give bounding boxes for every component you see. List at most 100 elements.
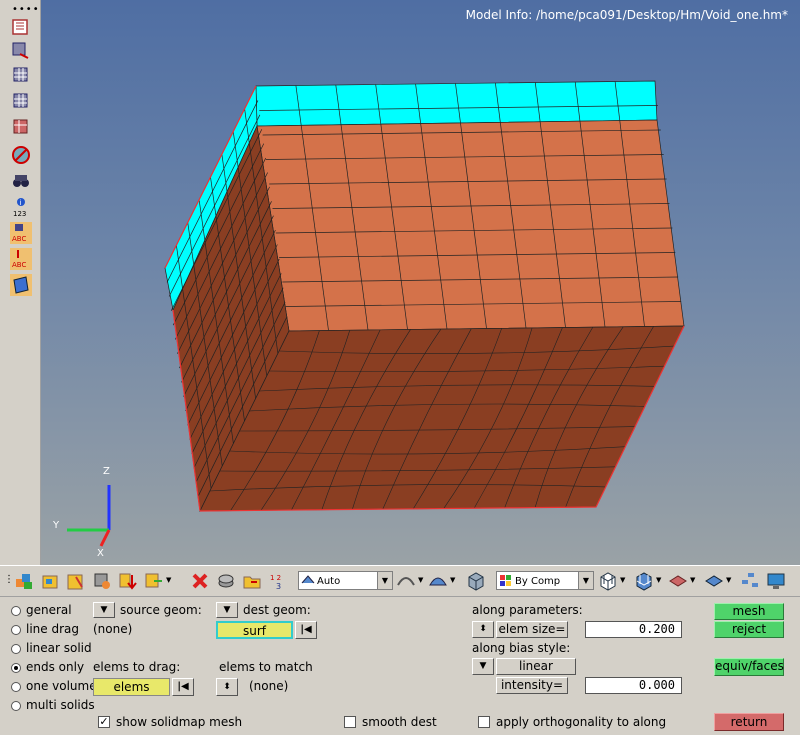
return-button[interactable]: return — [714, 713, 784, 731]
color-by-select[interactable]: By Comp ▼ — [496, 571, 594, 590]
along-parameters-label: along parameters: — [472, 603, 583, 617]
solidmap-panel: general line drag linear solid ends only… — [0, 596, 800, 735]
find-entities-icon[interactable] — [10, 90, 32, 112]
triad-z-label: Z — [103, 466, 110, 477]
mask-icon[interactable] — [10, 40, 32, 62]
elems-to-match-value: (none) — [249, 679, 289, 693]
assemblies-icon[interactable] — [40, 571, 60, 591]
mesh-cube-icon[interactable] — [634, 571, 654, 591]
triad-y-label: Y — [52, 520, 60, 531]
shaded-surface-icon[interactable] — [396, 571, 416, 591]
surface-icon[interactable] — [10, 274, 32, 296]
show-solidmap-mesh-checkbox[interactable]: ✓ — [98, 716, 110, 728]
components-icon[interactable] — [14, 571, 34, 591]
export-icon[interactable] — [144, 571, 164, 591]
chevron-down-icon[interactable]: ▼ — [578, 572, 593, 589]
dest-reset-button[interactable]: |◀ — [295, 621, 317, 639]
radio-general-label: general — [26, 603, 72, 617]
label-abc-red-icon[interactable]: ABC — [10, 248, 32, 270]
import-icon[interactable] — [118, 571, 138, 591]
axis-triad: Z Y X — [52, 466, 111, 559]
svg-text:ABC: ABC — [12, 261, 26, 269]
no-entities-icon[interactable] — [10, 144, 32, 166]
elems-to-drag-label: elems to drag: — [93, 660, 181, 674]
svg-text:3: 3 — [276, 582, 281, 591]
radio-ends-only[interactable] — [11, 663, 21, 673]
info-count-icon[interactable]: i 123 — [10, 196, 32, 218]
radio-one-volume[interactable] — [11, 682, 21, 692]
elems-to-match-toggle[interactable]: ⬍ — [216, 678, 238, 696]
source-geom-label: source geom: — [120, 603, 202, 617]
dest-geom-dropdown[interactable]: ▼ — [216, 602, 238, 618]
chevron-down-icon[interactable]: ▼ — [377, 572, 392, 589]
clip-plane-icon[interactable] — [704, 571, 724, 591]
wireframe-cube-icon[interactable] — [598, 571, 618, 591]
svg-text:i: i — [20, 199, 22, 207]
tree-icon[interactable] — [740, 571, 760, 591]
source-geom-value: (none) — [93, 622, 133, 636]
apply-orthogonality-checkbox[interactable] — [478, 716, 490, 728]
display-mode-icon — [301, 575, 315, 584]
graphics-viewport[interactable]: Model Info: /home/pca091/Desktop/Hm/Void… — [41, 0, 800, 565]
color-by-value: By Comp — [515, 576, 561, 587]
reject-button[interactable]: reject — [714, 621, 784, 638]
svg-text:1 2: 1 2 — [270, 574, 281, 582]
smooth-dest-checkbox[interactable] — [344, 716, 356, 728]
svg-text:ABC: ABC — [12, 235, 26, 243]
elem-size-field[interactable]: 0.200 — [585, 621, 682, 638]
elem-size-button[interactable]: elem size= — [496, 621, 568, 638]
triad-x-label: X — [97, 548, 104, 559]
unmask-icon[interactable] — [10, 64, 32, 86]
label-abc-icon[interactable]: ABC — [10, 222, 32, 244]
radio-one-volume-label: one volume — [26, 679, 97, 693]
surface-mode-icon[interactable] — [428, 571, 448, 591]
along-bias-style-label: along bias style: — [472, 641, 571, 655]
radio-line-drag-label: line drag — [26, 622, 79, 636]
visualization-toolbar: ⋮ ▼ 1 23 Auto ▼ ▼ ▼ By Comp ▼ ▼ ▼ ▼ ▼ — [0, 565, 800, 597]
bias-style-button[interactable]: linear — [496, 658, 576, 675]
chevron-down-icon[interactable]: ▼ — [656, 576, 661, 584]
dest-surf-selector[interactable]: surf — [216, 621, 293, 639]
monitor-icon[interactable] — [766, 571, 786, 591]
equiv-faces-button[interactable]: equiv/faces — [714, 658, 784, 676]
chevron-down-icon[interactable]: ▼ — [726, 576, 731, 584]
mesh-button[interactable]: mesh — [714, 603, 784, 620]
elems-reset-button[interactable]: |◀ — [172, 678, 194, 696]
solid-cube-icon[interactable] — [466, 571, 486, 591]
elems-to-match-label: elems to match — [219, 660, 313, 674]
chevron-down-icon[interactable]: ▼ — [450, 576, 455, 584]
source-geom-dropdown[interactable]: ▼ — [93, 602, 115, 618]
organize-icon[interactable] — [66, 571, 86, 591]
display-mode-value: Auto — [317, 576, 341, 587]
svg-text:123: 123 — [13, 210, 26, 218]
binoculars-icon[interactable] — [10, 170, 32, 192]
toolbar-grip[interactable]: •••• — [12, 4, 40, 15]
bias-style-dropdown[interactable]: ▼ — [472, 658, 494, 675]
intensity-field[interactable]: 0.000 — [585, 677, 682, 694]
mesh-model[interactable] — [41, 0, 800, 565]
intensity-button[interactable]: intensity= — [496, 677, 568, 694]
page-view-icon[interactable] — [10, 16, 32, 38]
apply-orthogonality-label: apply orthogonality to along — [496, 715, 667, 729]
color-by-icon — [500, 575, 511, 586]
radio-multi-solids[interactable] — [11, 701, 21, 711]
radio-linear-solid-label: linear solid — [26, 641, 92, 655]
layers-icon[interactable] — [216, 571, 236, 591]
along-parameters-toggle[interactable]: ⬍ — [472, 621, 494, 638]
radio-line-drag[interactable] — [11, 625, 21, 635]
smooth-dest-label: smooth dest — [362, 715, 437, 729]
elems-selector[interactable]: elems — [93, 678, 170, 696]
display-mode-select[interactable]: Auto ▼ — [298, 571, 393, 590]
chevron-down-icon[interactable]: ▼ — [418, 576, 423, 584]
reverse-icon[interactable] — [10, 116, 32, 138]
chevron-down-icon[interactable]: ▼ — [620, 576, 625, 584]
plane-icon[interactable] — [668, 571, 688, 591]
renumber-icon[interactable]: 1 23 — [268, 571, 288, 591]
radio-linear-solid[interactable] — [11, 644, 21, 654]
bolt-icon[interactable] — [92, 571, 112, 591]
chevron-down-icon[interactable]: ▼ — [166, 576, 171, 584]
radio-general[interactable] — [11, 606, 21, 616]
delete-icon[interactable] — [190, 571, 210, 591]
chevron-down-icon[interactable]: ▼ — [690, 576, 695, 584]
folder-icon[interactable] — [242, 571, 262, 591]
